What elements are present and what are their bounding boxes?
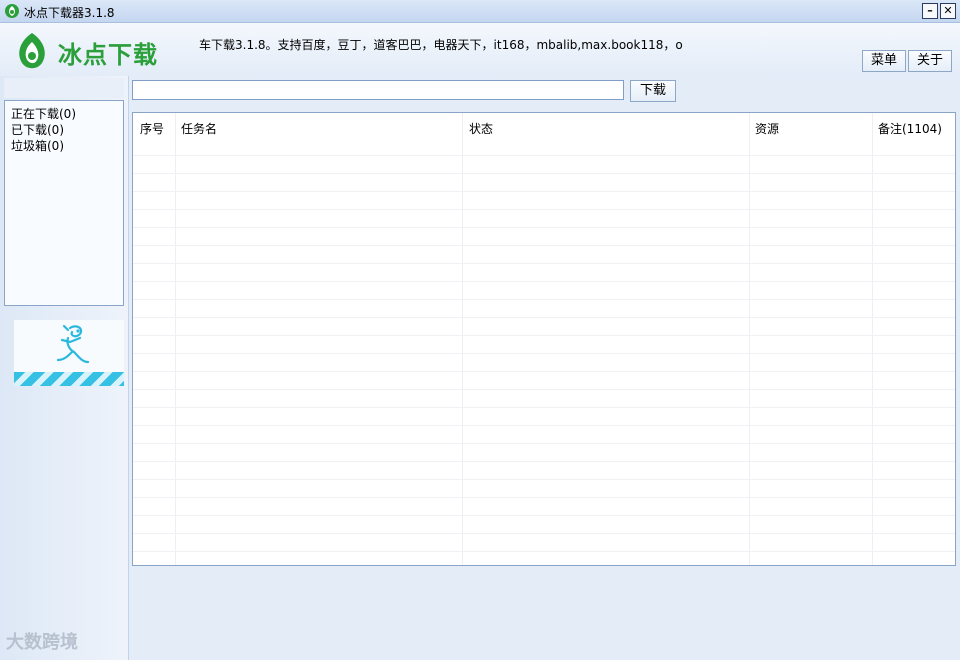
app-header: 冰点下载 车下载3.1.8。支持百度，豆丁，道客巴巴，电器天下，it168，mb… [0, 23, 960, 75]
grid-row-line [133, 479, 955, 480]
title-bar: 冰点下载器3.1.8 – ✕ [0, 0, 960, 23]
grid-row-line [133, 389, 955, 390]
close-button[interactable]: ✕ [940, 3, 956, 19]
category-downloaded[interactable]: 已下载(0) [11, 121, 64, 138]
watermark-text: 大数跨境 [6, 632, 78, 653]
grid-row-line [133, 281, 955, 282]
grid-row-line [133, 173, 955, 174]
mascot-image [14, 320, 124, 386]
grid-row-line [133, 461, 955, 462]
grid-row-line [133, 497, 955, 498]
about-button[interactable]: 关于 [908, 50, 952, 72]
grid-row-line [133, 227, 955, 228]
download-button[interactable]: 下载 [630, 80, 676, 102]
notice-text: 车下载3.1.8。支持百度，豆丁，道客巴巴，电器天下，it168，mbalib,… [199, 38, 683, 52]
category-trash[interactable]: 垃圾箱(0) [11, 137, 64, 154]
grid-row-line [133, 155, 955, 156]
grid-row-line [133, 191, 955, 192]
app-icon [5, 4, 19, 18]
grid-row-line [133, 443, 955, 444]
column-header-task-name[interactable]: 任务名 [181, 120, 217, 137]
column-header-index[interactable]: 序号 [140, 120, 164, 137]
grid-row-line [133, 209, 955, 210]
grid-row-line [133, 263, 955, 264]
progress-stripes [14, 372, 124, 386]
grid-row-line [133, 533, 955, 534]
minimize-button[interactable]: – [922, 3, 938, 19]
url-input[interactable] [132, 80, 624, 100]
category-downloading[interactable]: 正在下载(0) [11, 105, 76, 122]
column-header-resource[interactable]: 资源 [755, 120, 779, 137]
mascot-icon [56, 324, 90, 364]
task-table: 序号 任务名 状态 资源 备注(1104) [132, 112, 956, 566]
grid-row-line [133, 317, 955, 318]
sidebar-strip [4, 78, 124, 98]
grid-row-line [133, 425, 955, 426]
grid-row-line [133, 245, 955, 246]
category-list: 正在下载(0) 已下载(0) 垃圾箱(0) [4, 100, 124, 306]
grid-row-line [133, 299, 955, 300]
grid-row-line [133, 551, 955, 552]
column-header-status[interactable]: 状态 [469, 120, 493, 137]
grid-row-line [133, 335, 955, 336]
window-title: 冰点下载器3.1.8 [24, 6, 115, 20]
logo-icon [19, 33, 45, 69]
column-header-notes[interactable]: 备注(1104) [878, 120, 942, 137]
grid-row-line [133, 407, 955, 408]
grid-row-line [133, 353, 955, 354]
logo-text: 冰点下载 [58, 41, 158, 69]
menu-button[interactable]: 菜单 [862, 50, 906, 72]
grid-row-line [133, 515, 955, 516]
grid-row-line [133, 371, 955, 372]
